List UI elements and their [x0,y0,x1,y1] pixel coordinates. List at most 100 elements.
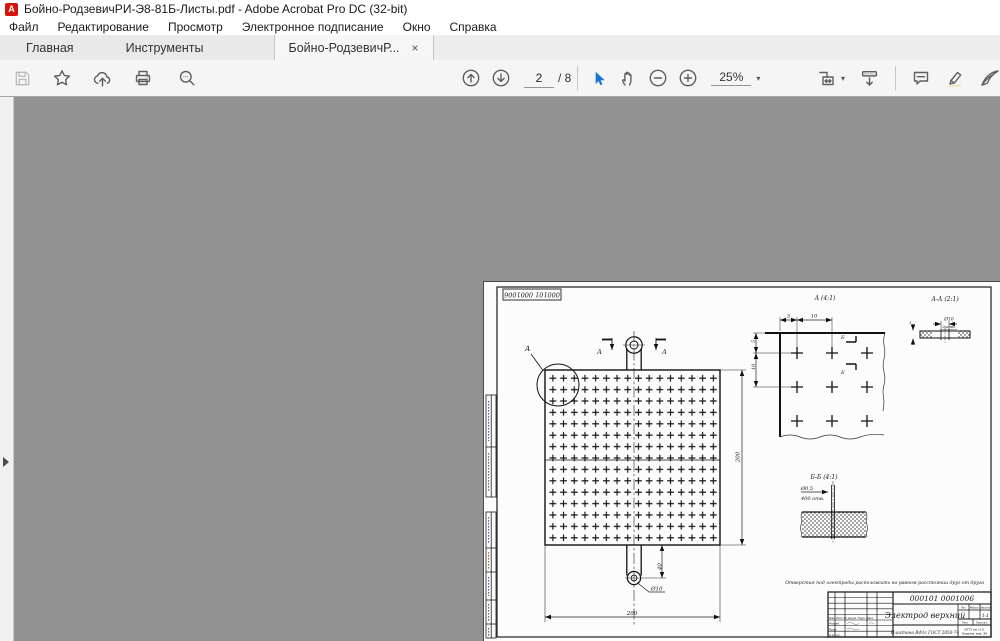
minus-circle-icon [648,68,668,88]
titleblock-header-row: Изм. Лист № докум. Подп. Дата [829,616,873,620]
menu-file[interactable]: Файл [9,20,39,34]
search-icon [177,68,197,88]
share-button[interactable] [87,64,118,92]
titleblock-part-name: Электрод верхний [885,611,965,620]
zoom-level-control[interactable]: 25% ▾ [711,70,760,86]
fill-sign-button[interactable] [974,64,1000,92]
dim-aa-count: 2 отв. [941,324,956,329]
navigation-pane-strip[interactable] [0,97,14,641]
titleblock-doc-number: 000101 0001006 [910,594,975,603]
engineering-drawing: 000101 0001006 [483,281,1000,641]
tab-document-label: Бойно-РодзевичР... [289,41,400,55]
cloud-upload-icon [92,68,113,89]
titleblock-row-razrab: Разраб. [829,622,840,626]
titleblock-row-nkontr: Н.контр. [829,633,841,637]
hand-tool-button[interactable] [613,64,643,92]
titleblock-sheet: Лист [962,621,969,625]
zoom-in-button[interactable] [673,64,703,92]
comment-button[interactable] [906,64,936,92]
detail-view-label: А (4:1) [814,295,836,302]
fit-page-icon [817,68,839,88]
menu-edit[interactable]: Редактирование [58,20,149,34]
detail-callout-label: А [524,345,530,353]
hand-icon [618,68,638,88]
menu-help[interactable]: Справка [450,20,497,34]
tab-bar: Главная Инструменты Бойно-РодзевичР... × [0,35,1000,60]
dim-5-left: 5 [751,340,757,343]
ruler-scroll-icon [859,68,880,89]
workspace: 000101 0001006 [0,97,1000,641]
titleblock-scale: Масштаб [980,606,992,610]
quill-pen-icon [979,68,999,88]
highlighter-icon [945,68,965,88]
menu-view[interactable]: Просмотр [168,20,223,34]
previous-page-button[interactable] [456,64,486,92]
titleblock-scale-value: 1:1 [982,613,989,619]
highlight-button[interactable] [940,64,970,92]
titleblock-lit: Лит. [961,606,966,610]
toolbar-separator [895,66,896,90]
zoom-out-button[interactable] [643,64,673,92]
save-icon [13,69,32,88]
dim-hole-10: Ø10 [650,586,663,593]
cut-label-a-right: А [661,348,667,356]
dim-10-top: 10 [811,314,818,320]
tab-tools[interactable]: Инструменты [100,35,230,60]
dim-10-left: 10 [751,363,757,370]
printer-icon [133,68,153,88]
dim-aa-hole: Ø10 [943,316,954,323]
corner-stamp-number: 000101 0001006 [504,291,560,299]
print-button[interactable] [128,64,158,92]
tab-document[interactable]: Бойно-РодзевичР... × [274,35,434,60]
tab-home-label: Главная [26,41,74,55]
menu-esign[interactable]: Электронное подписание [242,20,384,34]
menu-window[interactable]: Окно [403,20,431,34]
section-bb-label: Б-Б (4:1) [809,474,838,481]
page-down-icon [491,68,511,88]
titleblock-row-prov: Пров. [829,627,837,631]
expand-panel-icon[interactable] [3,457,9,467]
dim-width-200: 200 [626,611,638,617]
page-fit-button[interactable]: ▾ [812,64,850,92]
close-icon[interactable]: × [412,42,419,54]
save-button[interactable] [8,64,37,92]
acrobat-app-icon: A [5,3,18,16]
next-page-button[interactable] [486,64,516,92]
comment-bubble-icon [911,68,931,88]
zoom-level-value[interactable]: 25% [711,70,751,86]
scrolling-mode-button[interactable] [854,64,885,92]
section-aa-label: А-А (2:1) [930,296,959,303]
window-titlebar: A Бойно-РодзевичРИ-Э8-81Б-Листы.pdf - Ad… [0,0,1000,18]
select-tool-button[interactable] [584,64,613,92]
dim-bb-hole: Ø0,5 [800,485,813,492]
star-icon [52,68,72,88]
cut-label-b-bottom: Б [840,370,845,376]
main-toolbar: / 8 25 [0,60,1000,97]
chevron-down-icon[interactable]: ▾ [841,74,845,83]
toolbar-separator [577,66,578,90]
tab-tools-label: Инструменты [126,41,204,55]
pdf-page: 000101 0001006 [483,281,1000,641]
cut-label-b-top: Б [840,335,845,341]
page-number-input[interactable] [524,68,554,88]
titleblock-mass: Масса [970,606,979,610]
titleblock-material: Пластина ВФ1с ГОСТ 2850-74 [890,630,960,635]
plus-circle-icon [678,68,698,88]
cut-label-a-left: А [596,348,602,356]
drawing-note: Отверстия под электроды расположить на р… [785,580,984,586]
dim-bb-count: 400 отв. [800,496,825,502]
dim-5-top: 5 [787,314,790,320]
select-cursor-icon [589,69,608,88]
find-button[interactable] [172,64,202,92]
menu-bar: Файл Редактирование Просмотр Электронное… [0,18,1000,35]
favorite-button[interactable] [47,64,77,92]
acrobat-window: A Бойно-РодзевичРИ-Э8-81Б-Листы.pdf - Ad… [0,0,1000,641]
tab-home[interactable]: Главная [0,35,100,60]
chevron-down-icon[interactable]: ▾ [756,74,760,83]
window-title: Бойно-РодзевичРИ-Э8-81Б-Листы.pdf - Adob… [24,2,407,16]
page-count-label: / 8 [558,71,571,85]
titleblock-org-line2: Баумана, каф. Э8 [962,632,987,636]
dim-40: 40 [658,563,664,571]
document-area[interactable]: 000101 0001006 [14,97,1000,641]
corner-stamp: 000101 0001006 [503,289,561,300]
